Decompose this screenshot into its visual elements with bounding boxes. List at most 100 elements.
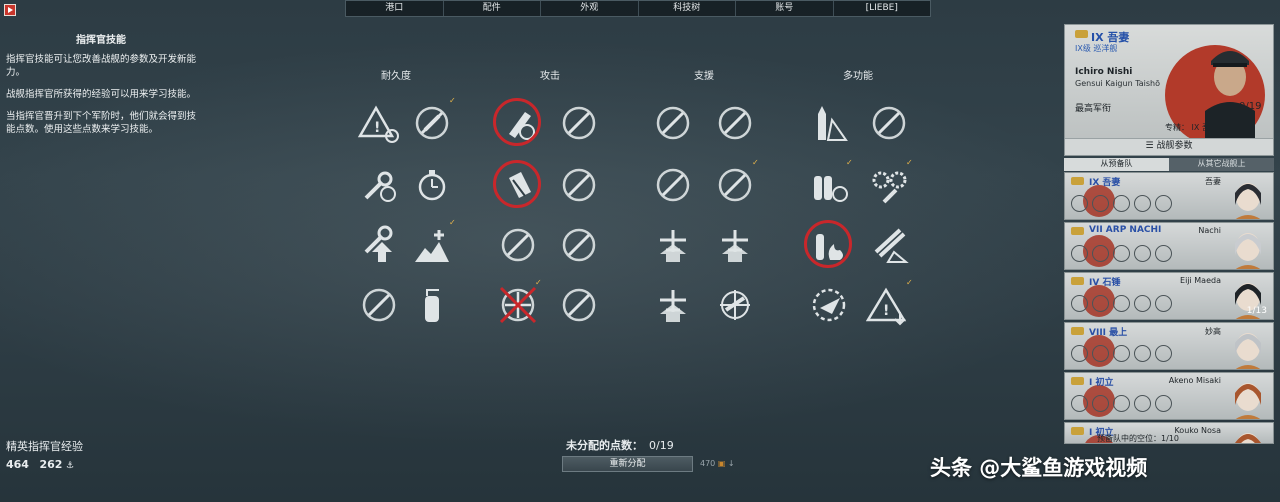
skill-learned-check-icon: ✓: [906, 158, 913, 167]
skill-mini-icon: [1092, 245, 1109, 262]
skill-planes-icon[interactable]: [650, 222, 696, 268]
tab-account[interactable]: 账号: [736, 1, 834, 16]
tab-equipment[interactable]: 配件: [444, 1, 541, 16]
skill-mini-icon: [1113, 245, 1130, 262]
roster-points: 1/13: [1246, 306, 1267, 316]
tab-from-other-ships[interactable]: 从其它战舰上: [1169, 158, 1274, 171]
skill-none-icon[interactable]: [712, 100, 758, 146]
roster-commander-name: Kouko Nosa: [1174, 426, 1221, 435]
skill-ships-icon[interactable]: [409, 222, 455, 268]
skill-rocket-icon[interactable]: [806, 100, 852, 146]
doubloon-icon: ▣: [717, 459, 726, 468]
column-survivability: 耐久度: [381, 71, 411, 82]
roster-row[interactable]: VII ARP NACHI Nachi: [1064, 222, 1274, 270]
ship-stats-button[interactable]: ☰ 战舰参数: [1065, 138, 1273, 155]
xp-icon: ⚓: [65, 461, 75, 471]
skill-mini-icon: [1155, 245, 1172, 262]
skill-planes3-icon[interactable]: [650, 282, 696, 328]
skill-radar-icon[interactable]: [806, 282, 852, 328]
spec-label: 专精：: [1165, 123, 1189, 132]
skill-mini-icon: [1134, 195, 1151, 212]
roster-ship: IX 吾妻: [1089, 178, 1121, 188]
skill-mini-icon: [1092, 395, 1109, 412]
skills-info-panel: 指挥官技能 指挥官技能可让您改善战舰的参数及开发新能力。 战舰指挥官所获得的经验…: [6, 34, 196, 145]
skill-none-icon[interactable]: [712, 162, 758, 208]
skill-none-icon[interactable]: [866, 100, 912, 146]
skill-torps-icon[interactable]: [866, 222, 912, 268]
reserve-slots: 预备队中的空位：1/10: [1097, 434, 1179, 443]
skill-wrench-icon[interactable]: [356, 162, 402, 208]
skill-wrench2-icon[interactable]: [356, 222, 402, 268]
roster-row[interactable]: IX 吾妻 吾妻: [1064, 172, 1274, 220]
skill-mini-icon: [1155, 345, 1172, 362]
commander-portrait: [1235, 383, 1261, 419]
skill-mini-icon: [1134, 295, 1151, 312]
skill-target-icon[interactable]: [712, 282, 758, 328]
nation-flag-icon: [1075, 30, 1088, 38]
roster-row[interactable]: I 初立 Akeno Misaki: [1064, 372, 1274, 420]
skill-learned-check-icon: ✓: [906, 278, 913, 287]
skill-none-icon[interactable]: [495, 222, 541, 268]
tab-port[interactable]: 港口: [346, 1, 444, 16]
skill-cross-icon[interactable]: [495, 282, 541, 328]
free-xp-value: 262: [39, 458, 63, 471]
commander-rank-title: 最高军衔: [1075, 104, 1112, 114]
skill-warn2-icon[interactable]: !: [865, 282, 912, 328]
unassigned-points: 未分配的点数： 0/19: [566, 437, 674, 453]
column-versatility: 多功能: [843, 71, 873, 82]
skill-mini-icon: [1071, 395, 1088, 412]
skill-planes2-icon[interactable]: [712, 222, 758, 268]
tab-tech-tree[interactable]: 科技树: [639, 1, 736, 16]
reset-cost-value: 470: [700, 459, 716, 468]
commander-rank: Gensui Kaigun Taishō: [1075, 79, 1161, 88]
roster-commander-name: Nachi: [1198, 226, 1221, 235]
info-paragraph: 指挥官技能可让您改善战舰的参数及开发新能力。: [6, 54, 197, 78]
roster-ship: I 初立: [1089, 378, 1114, 388]
commander-portrait: [1205, 51, 1255, 141]
svg-text:!: !: [374, 120, 380, 136]
skill-mini-icon: [1155, 395, 1172, 412]
roster-skill-icons: [1071, 345, 1172, 362]
skill-none-icon[interactable]: [556, 100, 602, 146]
skill-mini-icon: [1071, 345, 1088, 362]
skill-mini-icon: [1092, 295, 1109, 312]
reset-skills-button[interactable]: 重新分配: [562, 456, 693, 472]
skill-extinguisher-icon[interactable]: [409, 282, 455, 328]
skill-learned-check-icon: ✓: [846, 158, 853, 167]
list-icon: ☰: [1145, 141, 1154, 151]
elite-xp-value: 464: [6, 458, 29, 471]
skill-none-icon[interactable]: [650, 162, 696, 208]
nation-flag-icon: [1071, 227, 1084, 235]
skill-mini-icon: [1071, 195, 1088, 212]
skill-timer-icon[interactable]: [409, 162, 455, 208]
skill-none-icon[interactable]: [650, 100, 696, 146]
watermark: 头条 @大鲨鱼游戏视频: [930, 456, 1148, 480]
tab-clan[interactable]: [LIEBE]: [834, 1, 931, 16]
skill-none-icon[interactable]: [356, 282, 402, 328]
skill-none-icon[interactable]: [556, 222, 602, 268]
skill-mini-icon: [1134, 245, 1151, 262]
skill-none-icon[interactable]: [556, 162, 602, 208]
nation-flag-icon: [1071, 177, 1084, 185]
roster-row[interactable]: VIII 最上 妙高: [1064, 322, 1274, 370]
roster-row[interactable]: IV 石锤 Eiji Maeda 1/13: [1064, 272, 1274, 320]
commander-portrait: [1235, 183, 1261, 219]
skill-gears-icon[interactable]: [866, 162, 912, 208]
skill-mini-icon: [1155, 195, 1172, 212]
skill-learned-check-icon: ✓: [752, 158, 759, 167]
skill-warn-icon[interactable]: !: [356, 100, 402, 146]
info-paragraph: 当指挥官晋升到下个军阶时，他们就会得到技能点数。使用这些点数来学习技能。: [6, 111, 197, 135]
skill-none-icon[interactable]: [556, 282, 602, 328]
skill-learned-check-icon: ✓: [449, 218, 456, 227]
roster-ship: VII ARP NACHI: [1089, 225, 1162, 235]
nation-flag-icon: [1071, 377, 1084, 385]
menu-button[interactable]: [4, 4, 16, 16]
roster-commander-name: Eiji Maeda: [1180, 276, 1221, 285]
tab-appearance[interactable]: 外观: [541, 1, 639, 16]
reset-cost: 470 ▣ ↓: [700, 459, 735, 468]
unassigned-value: 0/19: [649, 439, 674, 452]
skill-nobomb-icon[interactable]: [409, 100, 455, 146]
tab-from-reserve[interactable]: 从预备队: [1064, 158, 1169, 171]
roster-row[interactable]: I 初立 Kouko Nosa 预备队中的空位：1/10: [1064, 422, 1274, 444]
skill-ammo-icon[interactable]: [806, 162, 852, 208]
